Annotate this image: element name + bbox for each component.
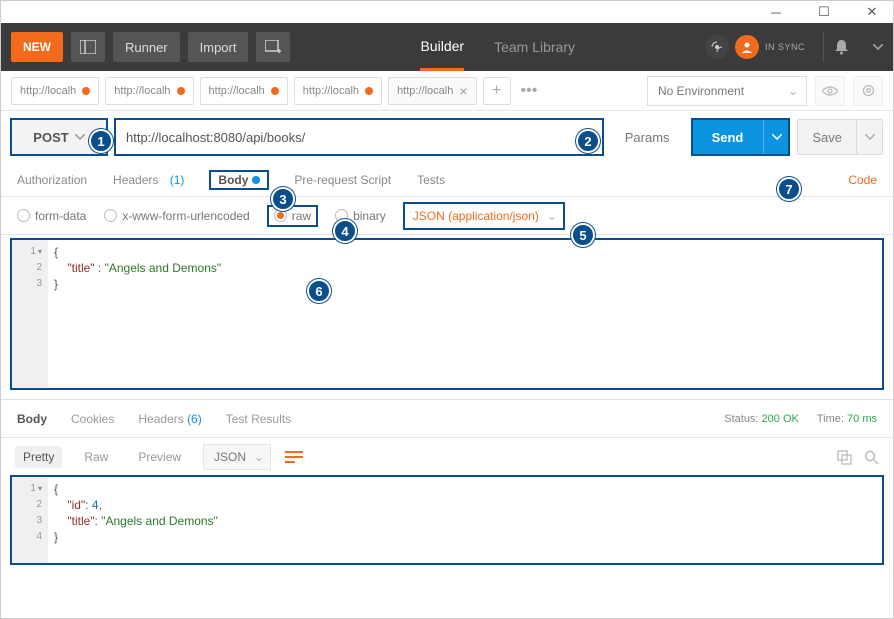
window-titlebar: ─ ☐ ✕	[1, 1, 893, 23]
dirty-indicator-icon	[271, 87, 279, 95]
sync-status[interactable]: IN SYNC	[705, 35, 805, 59]
send-button[interactable]: Send	[692, 119, 764, 155]
callout-1: 1	[89, 129, 113, 153]
tab-team-library[interactable]: Team Library	[494, 25, 575, 69]
body-active-dot-icon	[252, 176, 260, 184]
send-dropdown-button[interactable]	[763, 119, 789, 155]
body-type-form-data[interactable]: form-data	[17, 209, 86, 223]
environment-settings-button[interactable]	[853, 76, 883, 106]
save-dropdown-button[interactable]	[857, 119, 883, 155]
body-type-row: form-data x-www-form-urlencoded raw bina…	[1, 197, 893, 235]
url-input[interactable]	[115, 119, 603, 155]
dirty-indicator-icon	[82, 87, 90, 95]
chevron-down-icon: ⌄	[788, 84, 798, 98]
request-url-row: POST Params Send Save	[1, 111, 893, 163]
dirty-indicator-icon	[177, 87, 185, 95]
import-button[interactable]: Import	[188, 32, 249, 62]
response-status: Status: 200 OK Time: 70 ms	[724, 413, 877, 425]
editor-code: { "id": 4, "title": "Angels and Demons" …	[48, 477, 882, 563]
close-window-button[interactable]: ✕	[855, 1, 889, 23]
sidebar-icon	[80, 40, 96, 54]
editor-gutter: 1 ▾ 2 3	[12, 240, 48, 388]
chevron-down-icon	[873, 44, 883, 50]
callout-3: 3	[271, 187, 295, 211]
response-tabs: Body Cookies Headers (6) Test Results St…	[1, 400, 893, 438]
new-window-icon	[265, 40, 281, 54]
callout-4: 4	[333, 219, 357, 243]
chevron-down-icon	[772, 134, 782, 140]
response-tab-headers[interactable]: Headers (6)	[138, 412, 201, 426]
gear-icon	[861, 83, 876, 98]
view-mode-raw[interactable]: Raw	[76, 446, 116, 468]
satellite-icon	[710, 40, 724, 54]
request-body-editor[interactable]: 1 ▾ 2 3 { "title" : "Angels and Demons" …	[11, 239, 883, 389]
body-type-urlencoded[interactable]: x-www-form-urlencoded	[104, 209, 249, 223]
response-toolbar: Pretty Raw Preview JSON ⌄	[1, 438, 893, 476]
response-tab-body[interactable]: Body	[17, 412, 47, 426]
settings-dropdown[interactable]	[867, 44, 883, 50]
callout-5: 5	[571, 223, 595, 247]
request-tab[interactable]: http://localh	[294, 77, 382, 105]
response-body-editor[interactable]: 1 ▾ 2 3 4 { "id": 4, "title": "Angels an…	[11, 476, 883, 564]
chevron-down-icon: ⌄	[254, 450, 264, 464]
user-avatar-icon	[740, 40, 754, 54]
subtab-body[interactable]: Body	[210, 171, 268, 189]
subtab-tests[interactable]: Tests	[417, 173, 445, 187]
editor-code[interactable]: { "title" : "Angels and Demons" }	[48, 240, 882, 388]
notifications-button[interactable]	[823, 32, 859, 62]
top-toolbar: NEW Runner Import Builder Team Library I…	[1, 23, 893, 71]
maximize-button[interactable]: ☐	[807, 1, 841, 23]
wrap-icon	[285, 450, 303, 464]
callout-7: 7	[777, 177, 801, 201]
request-tab[interactable]: http://localh	[105, 77, 193, 105]
new-window-button[interactable]	[256, 32, 290, 62]
copy-icon	[837, 450, 852, 465]
new-button[interactable]: NEW	[11, 32, 63, 62]
tab-overflow-button[interactable]: •••	[517, 82, 542, 100]
response-format-select[interactable]: JSON ⌄	[203, 444, 271, 470]
save-button[interactable]: Save	[797, 119, 857, 155]
request-tab-active[interactable]: http://localh×	[388, 77, 476, 105]
view-mode-preview[interactable]: Preview	[130, 446, 189, 468]
tab-builder[interactable]: Builder	[420, 24, 464, 71]
subtab-prerequest-script[interactable]: Pre-request Script	[294, 173, 391, 187]
response-tab-cookies[interactable]: Cookies	[71, 412, 114, 426]
dirty-indicator-icon	[365, 87, 373, 95]
callout-6: 6	[307, 279, 331, 303]
eye-icon	[822, 86, 838, 96]
bell-icon	[834, 39, 849, 55]
response-tab-test-results[interactable]: Test Results	[226, 412, 291, 426]
close-tab-icon[interactable]: ×	[459, 83, 467, 99]
request-subtabs: Authorization Headers (1) Body Pre-reque…	[1, 163, 893, 197]
editor-gutter: 1 ▾ 2 3 4	[12, 477, 48, 563]
view-mode-pretty[interactable]: Pretty	[15, 446, 62, 468]
copy-response-button[interactable]	[837, 450, 852, 465]
environment-quicklook-button[interactable]	[815, 76, 845, 106]
subtab-headers[interactable]: Headers (1)	[113, 173, 184, 187]
request-tab[interactable]: http://localh	[200, 77, 288, 105]
sync-label: IN SYNC	[765, 42, 805, 52]
runner-button[interactable]: Runner	[113, 32, 180, 62]
chevron-down-icon	[75, 134, 85, 140]
wrap-lines-button[interactable]	[285, 450, 303, 464]
content-type-select[interactable]: JSON (application/json) ⌄	[404, 203, 564, 229]
params-button[interactable]: Params	[611, 119, 684, 155]
environment-select[interactable]: No Environment ⌄	[647, 76, 807, 106]
callout-2: 2	[576, 129, 600, 153]
subtab-authorization[interactable]: Authorization	[17, 173, 87, 187]
request-tab[interactable]: http://localh	[11, 77, 99, 105]
search-response-button[interactable]	[864, 450, 879, 465]
new-tab-button[interactable]: +	[483, 77, 511, 105]
minimize-button[interactable]: ─	[759, 1, 793, 23]
search-icon	[864, 450, 879, 465]
chevron-down-icon: ⌄	[547, 209, 557, 223]
generate-code-link[interactable]: Code	[848, 173, 877, 187]
chevron-down-icon	[865, 134, 875, 140]
request-tabs-row: http://localh http://localh http://local…	[1, 71, 893, 111]
toggle-sidebar-button[interactable]	[71, 32, 105, 62]
